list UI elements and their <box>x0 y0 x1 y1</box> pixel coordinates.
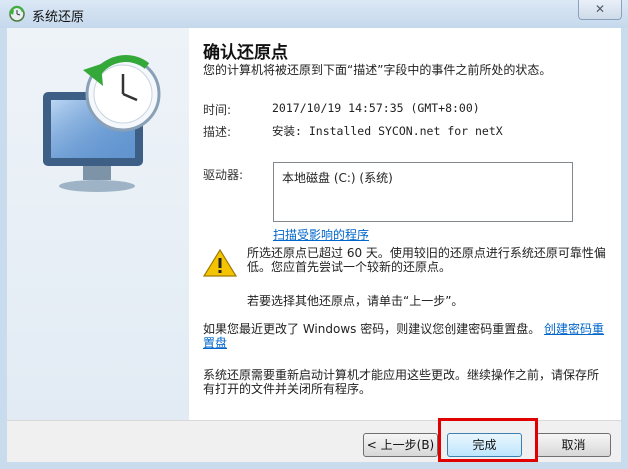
back-hint-text: 若要选择其他还原点，请单击“上一步”。 <box>247 294 464 308</box>
content-panel: 确认还原点 您的计算机将被还原到下面“描述”字段中的事件之前所处的状态。 时间:… <box>189 28 621 420</box>
restore-monitor-clock-icon <box>43 55 161 192</box>
description-label: 描述: <box>203 125 232 139</box>
password-notice: 如果您最近更改了 Windows 密码，则建议您创建密码重置盘。 创建密码重置盘 <box>203 322 605 350</box>
dialog-client-area: 确认还原点 您的计算机将被还原到下面“描述”字段中的事件之前所处的状态。 时间:… <box>7 28 621 462</box>
side-banner <box>7 28 189 420</box>
description-text: 您的计算机将被还原到下面“描述”字段中的事件之前所处的状态。 <box>203 63 552 77</box>
list-item: 本地磁盘 (C:) (系统) <box>282 171 393 185</box>
window-title: 系统还原 <box>32 10 85 25</box>
title-bar[interactable]: 系统还原 ✕ <box>0 0 628 28</box>
system-restore-icon <box>9 5 25 22</box>
drives-label: 驱动器: <box>203 168 244 182</box>
warning-icon <box>203 248 237 277</box>
scan-affected-programs-link[interactable]: 扫描受影响的程序 <box>273 226 369 243</box>
time-label: 时间: <box>203 103 232 117</box>
drives-list[interactable]: 本地磁盘 (C:) (系统) <box>273 162 573 222</box>
cancel-button[interactable]: 取消 <box>536 433 611 457</box>
page-title: 确认还原点 <box>203 43 288 63</box>
system-restore-window: 系统还原 ✕ 确认还原点 您的计算机将被还原到下面“描述”字段中的事件之前所处的… <box>0 0 628 469</box>
back-button[interactable]: < 上一步(B) <box>363 433 438 457</box>
time-value: 2017/10/19 14:57:35 (GMT+8:00) <box>272 101 480 115</box>
close-button[interactable]: ✕ <box>578 0 622 20</box>
password-notice-text: 如果您最近更改了 Windows 密码，则建议您创建密码重置盘。 <box>203 322 541 336</box>
restart-notice: 系统还原需要重新启动计算机才能应用这些更改。继续操作之前，请保存所有打开的文件并… <box>203 368 600 396</box>
close-icon: ✕ <box>594 2 606 16</box>
description-value: 安装: Installed SYCON.net for netX <box>272 124 503 138</box>
old-restore-point-warning: 所选还原点已超过 60 天。使用较旧的还原点进行系统还原可靠性偏低。您应首先尝试… <box>247 246 606 274</box>
highlight-box <box>438 418 538 462</box>
